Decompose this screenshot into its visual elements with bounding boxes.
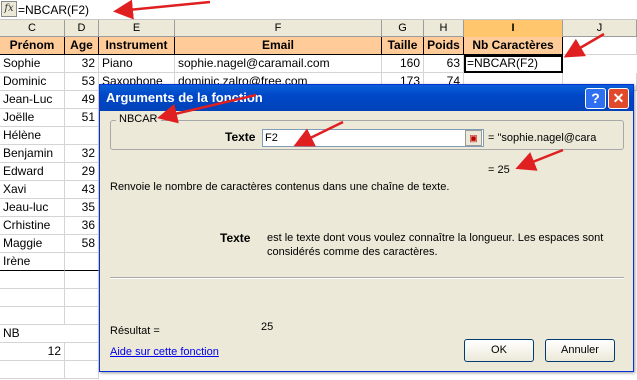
function-description: Renvoie le nombre de caractères contenus… — [110, 181, 450, 193]
cell-age[interactable]: 51 — [65, 109, 99, 127]
column-header-e[interactable]: E — [99, 20, 175, 37]
cell-age[interactable]: 53 — [65, 73, 99, 91]
cell-email[interactable]: sophie.nagel@caramail.com — [175, 55, 382, 73]
nb-label-cell[interactable]: NB — [0, 325, 65, 343]
cell-empty[interactable] — [65, 307, 99, 325]
header-taille[interactable]: Taille — [382, 37, 424, 55]
column-header-i[interactable]: I — [464, 20, 563, 37]
column-header-g[interactable]: G — [382, 20, 424, 37]
cell-age[interactable]: 29 — [65, 163, 99, 181]
cancel-button[interactable]: Annuler — [545, 339, 615, 362]
cell-age[interactable]: 32 — [65, 145, 99, 163]
cell-prenom[interactable]: Dominic — [0, 73, 65, 91]
cell-prenom[interactable]: Hélène — [0, 127, 65, 145]
cell-empty[interactable] — [0, 271, 65, 289]
column-headers: C D E F G H I J — [0, 20, 637, 37]
header-age[interactable]: Age — [65, 37, 99, 55]
cell-prenom[interactable]: Edward — [0, 163, 65, 181]
column-header-f[interactable]: F — [175, 20, 382, 37]
cell-prenom[interactable]: Crhistine — [0, 217, 65, 235]
formula-bar[interactable]: fx =NBCAR(F2) — [0, 0, 637, 20]
cell-prenom[interactable]: Xavi — [0, 181, 65, 199]
cell-empty[interactable] — [0, 307, 65, 325]
cell-age[interactable] — [65, 127, 99, 145]
function-name-label: NBCAR — [116, 113, 161, 126]
cell-age[interactable]: 32 — [65, 55, 99, 73]
header-email[interactable]: Email — [175, 37, 382, 55]
cell-empty[interactable] — [65, 361, 99, 379]
column-header-c[interactable]: C — [0, 20, 65, 37]
cell-j1[interactable] — [563, 37, 637, 55]
column-header-d[interactable]: D — [65, 20, 99, 37]
cell-age[interactable] — [65, 253, 99, 271]
argument-description: est le texte dont vous voulez connaître … — [267, 232, 604, 258]
cell-empty[interactable] — [0, 361, 65, 379]
argument-value-preview: = "sophie.nagel@cara — [488, 132, 597, 144]
function-arguments-dialog: Arguments de la fonction ? ✕ NBCAR Texte… — [99, 84, 634, 372]
cell-age[interactable]: 35 — [65, 199, 99, 217]
header-prenom[interactable]: Prénom — [0, 37, 65, 55]
cell-prenom[interactable]: Maggie — [0, 235, 65, 253]
cell-age[interactable]: 43 — [65, 181, 99, 199]
dialog-title-bar[interactable]: Arguments de la fonction ? ✕ — [100, 85, 633, 111]
argument-name: Texte — [220, 231, 251, 245]
cell-prenom[interactable]: Jeau-luc — [0, 199, 65, 217]
cell-taille[interactable]: 160 — [382, 55, 424, 73]
formula-input[interactable]: =NBCAR(F2) — [18, 2, 89, 18]
collapse-dialog-icon[interactable]: ▣ — [465, 130, 482, 146]
header-nb-caracteres[interactable]: Nb Caractères — [464, 37, 563, 55]
cell-prenom[interactable]: Joëlle — [0, 109, 65, 127]
header-instrument[interactable]: Instrument — [99, 37, 175, 55]
cell-empty[interactable] — [65, 343, 99, 361]
texte-input[interactable]: F2 — [262, 129, 484, 147]
close-button[interactable]: ✕ — [608, 88, 629, 109]
active-cell-i2[interactable]: =NBCAR(F2) — [464, 55, 563, 73]
cell-age[interactable]: 58 — [65, 235, 99, 253]
divider — [110, 277, 624, 279]
help-button[interactable]: ? — [585, 88, 606, 109]
texte-label: Texte — [225, 130, 256, 144]
cell-empty[interactable] — [0, 289, 65, 307]
cell-age[interactable]: 49 — [65, 91, 99, 109]
cell-empty[interactable] — [65, 289, 99, 307]
formula-result-preview: = 25 — [488, 164, 510, 176]
cell-poids[interactable]: 63 — [424, 55, 464, 73]
dialog-title: Arguments de la fonction — [106, 90, 263, 105]
cell-empty[interactable] — [65, 271, 99, 289]
cell-prenom[interactable]: Irène — [0, 253, 65, 271]
header-poids[interactable]: Poids — [424, 37, 464, 55]
cell-prenom[interactable]: Jean-Luc — [0, 91, 65, 109]
ok-button[interactable]: OK — [464, 339, 534, 362]
result-value: 25 — [261, 321, 274, 333]
cell-prenom[interactable]: Benjamin — [0, 145, 65, 163]
column-header-h[interactable]: H — [424, 20, 464, 37]
fx-icon[interactable]: fx — [1, 1, 17, 17]
cell-instrument[interactable]: Piano — [99, 55, 175, 73]
cell-age[interactable]: 36 — [65, 217, 99, 235]
help-link[interactable]: Aide sur cette fonction — [110, 346, 219, 358]
column-header-j[interactable]: J — [563, 20, 637, 37]
cell-empty[interactable] — [65, 325, 99, 343]
nb-value-cell[interactable]: 12 — [0, 343, 65, 361]
result-label: Résultat = — [110, 325, 160, 337]
cell-prenom[interactable]: Sophie — [0, 55, 65, 73]
